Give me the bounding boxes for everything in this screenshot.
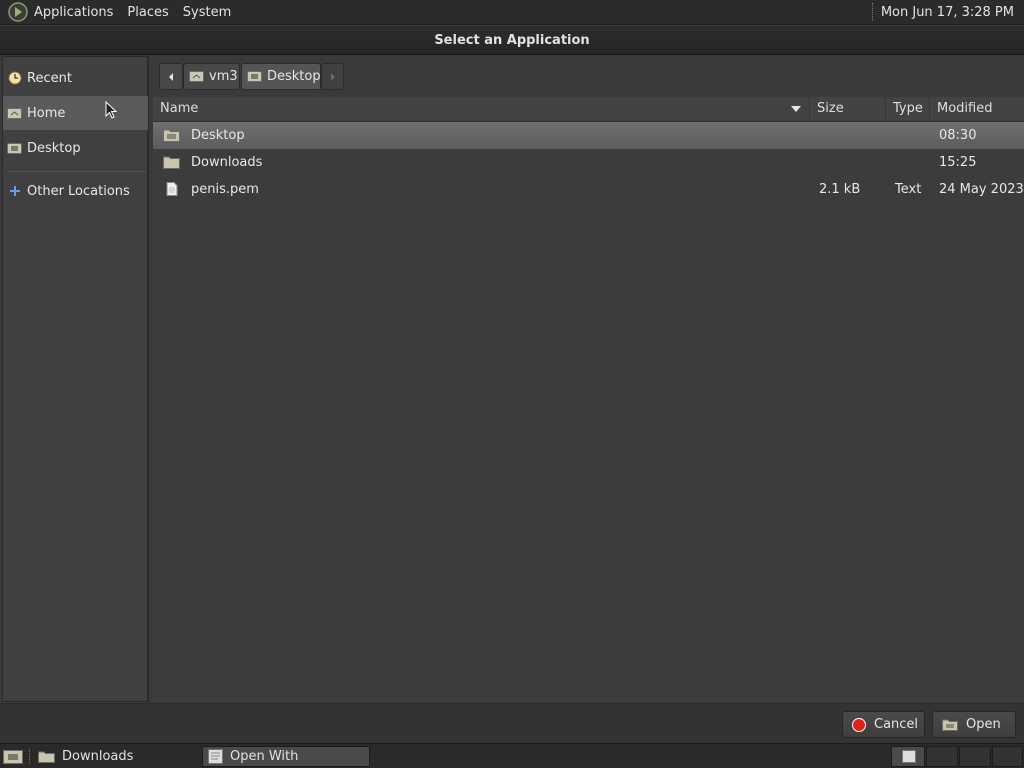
- distro-logo-icon[interactable]: [7, 1, 29, 23]
- sidebar-item-label: Recent: [27, 70, 72, 86]
- cancel-button[interactable]: Cancel: [842, 711, 925, 738]
- file-row-penis-pem[interactable]: penis.pem 2.1 kB Text 24 May 2023: [153, 176, 1024, 203]
- column-name-label: Name: [160, 101, 199, 116]
- sidebar-item-recent[interactable]: Recent: [3, 61, 148, 95]
- sidebar-item-label: Home: [27, 105, 66, 121]
- cancel-icon: [852, 717, 866, 732]
- clock[interactable]: Mon Jun 17, 3:28 PM: [881, 5, 1014, 20]
- desktop-folder-icon: [7, 142, 22, 155]
- workspace-2[interactable]: [926, 746, 958, 767]
- column-size-label: Size: [817, 101, 844, 116]
- system-menu[interactable]: System: [183, 5, 231, 20]
- other-locations-icon: [7, 185, 22, 198]
- file-row-downloads[interactable]: Downloads 15:25: [153, 149, 1024, 176]
- sidebar-item-desktop[interactable]: Desktop: [3, 131, 148, 165]
- file-modified: 15:25: [939, 155, 977, 170]
- path-forward-button[interactable]: [321, 63, 344, 90]
- window-title: Select an Application: [0, 26, 1024, 55]
- arrow-left-icon: [169, 72, 173, 81]
- taskbar-separator: [29, 749, 30, 764]
- sidebar-divider: [7, 171, 146, 172]
- task-label: Downloads: [62, 749, 134, 764]
- path-back-button[interactable]: [159, 63, 183, 90]
- sort-descending-icon: [791, 106, 801, 112]
- folder-icon: [163, 156, 180, 169]
- top-panel: Applications Places System Mon Jun 17, 3…: [0, 0, 1024, 25]
- folder-icon: [163, 129, 180, 142]
- column-name[interactable]: Name: [153, 97, 810, 122]
- sidebar-item-label: Desktop: [27, 140, 81, 156]
- path-crumb-desktop[interactable]: Desktop: [241, 63, 321, 90]
- mouse-cursor-icon: [105, 101, 118, 119]
- task-downloads[interactable]: Downloads: [33, 746, 201, 767]
- file-name: Downloads: [191, 155, 263, 170]
- file-name: Desktop: [191, 128, 245, 143]
- arrow-right-icon: [330, 72, 335, 81]
- dialog-window-icon: [208, 749, 223, 764]
- workspace-1[interactable]: [891, 746, 925, 767]
- show-desktop-icon[interactable]: [3, 748, 23, 764]
- desktop-folder-icon: [247, 70, 262, 83]
- dialog-button-bar: Cancel Open: [0, 703, 1024, 743]
- crumb-label: vm3: [209, 69, 238, 84]
- cancel-label: Cancel: [874, 717, 919, 732]
- workspace-window-icon: [902, 750, 916, 763]
- recent-icon: [7, 71, 22, 85]
- task-label: Open With: [230, 749, 299, 764]
- column-modified[interactable]: Modified: [930, 97, 1024, 122]
- folder-icon: [38, 750, 55, 763]
- column-header: Name Size Type Modified: [153, 97, 1024, 122]
- open-label: Open: [966, 717, 1001, 732]
- file-modified: 24 May 2023: [939, 182, 1024, 197]
- sidebar-item-other-locations[interactable]: Other Locations: [3, 174, 148, 208]
- places-menu[interactable]: Places: [127, 5, 168, 20]
- bottom-taskbar: Downloads Open With: [0, 743, 1024, 768]
- column-size[interactable]: Size: [810, 97, 886, 122]
- text-file-icon: [166, 182, 178, 196]
- places-sidebar: Recent Home Desktop Other Locations: [2, 56, 149, 702]
- panel-separator: [871, 3, 873, 21]
- column-type[interactable]: Type: [886, 97, 930, 122]
- sidebar-item-label: Other Locations: [27, 183, 130, 199]
- file-name: penis.pem: [191, 182, 259, 197]
- column-type-label: Type: [893, 101, 923, 116]
- home-folder-icon: [189, 70, 204, 83]
- column-modified-label: Modified: [937, 101, 993, 116]
- file-browser: vm3 Desktop Name Size Type Modified Desk…: [153, 56, 1024, 702]
- crumb-label: Desktop: [267, 69, 321, 84]
- open-folder-icon: [942, 718, 958, 731]
- sidebar-item-home[interactable]: Home: [3, 96, 148, 130]
- file-row-desktop[interactable]: Desktop 08:30: [153, 122, 1024, 149]
- file-type: Text: [895, 182, 922, 197]
- open-button[interactable]: Open: [932, 711, 1016, 738]
- file-size: 2.1 kB: [819, 182, 861, 197]
- path-crumb-vm3[interactable]: vm3: [183, 63, 240, 90]
- home-folder-icon: [7, 107, 22, 120]
- file-modified: 08:30: [939, 128, 977, 143]
- workspace-3[interactable]: [959, 746, 991, 767]
- workspace-4[interactable]: [992, 746, 1023, 767]
- task-open-with[interactable]: Open With: [202, 746, 370, 767]
- applications-menu[interactable]: Applications: [34, 5, 113, 20]
- path-bar: vm3 Desktop: [153, 56, 1024, 96]
